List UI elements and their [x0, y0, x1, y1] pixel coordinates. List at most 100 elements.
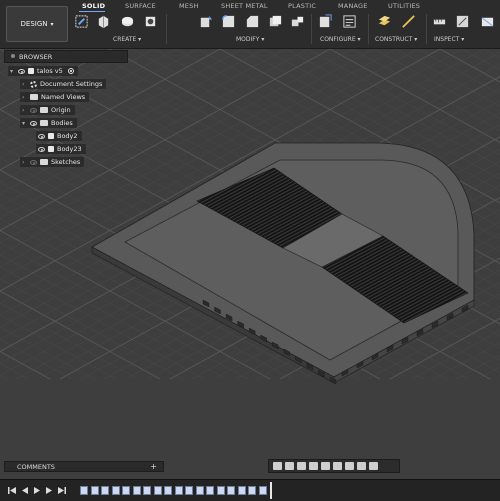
root-label: talos v5	[37, 67, 63, 75]
fillet-icon[interactable]	[221, 14, 236, 29]
workspace-switcher[interactable]: DESIGN ▾	[6, 6, 68, 42]
comments-title: COMMENTS	[17, 462, 55, 471]
construct-menu[interactable]: CONSTRUCT ▾	[375, 36, 417, 43]
measure-icon[interactable]	[432, 14, 447, 29]
extrude-icon[interactable]	[96, 14, 111, 29]
model-canvas[interactable]	[0, 49, 500, 479]
tab-manage[interactable]: MANAGE	[338, 2, 368, 10]
step-back-icon[interactable]	[22, 487, 28, 494]
timeline-feature-icon[interactable]	[216, 486, 225, 495]
visual-style-icon[interactable]	[345, 462, 354, 470]
tree-item-body23[interactable]: Body23	[36, 144, 86, 154]
visibility-eye-icon[interactable]	[30, 107, 37, 113]
configure-table-icon[interactable]	[318, 14, 333, 29]
display-settings-icon[interactable]	[333, 462, 342, 470]
active-radio-icon[interactable]	[67, 68, 74, 74]
divider	[426, 14, 427, 44]
timeline-feature-icon[interactable]	[206, 486, 214, 495]
timeline-feature-icon[interactable]	[101, 486, 109, 495]
tab-utilities[interactable]: UTILITIES	[388, 2, 420, 10]
combine-icon[interactable]	[290, 14, 305, 29]
timeline-feature-icon[interactable]	[248, 486, 256, 495]
timeline-feature-icon[interactable]	[164, 486, 172, 495]
chevron-down-icon: ▾	[50, 20, 54, 28]
visibility-eye-icon[interactable]	[38, 133, 45, 139]
tree-item-sketches[interactable]: › Sketches	[20, 157, 85, 167]
configure-menu[interactable]: CONFIGURE ▾	[320, 36, 361, 43]
timeline-feature-icon[interactable]	[143, 486, 151, 495]
timeline-feature-icon[interactable]	[185, 486, 193, 495]
ribbon-toolbar: DESIGN ▾ SOLID SURFACE MESH SHEET METAL …	[0, 0, 500, 49]
comments-panel[interactable]: COMMENTS +	[4, 461, 164, 472]
configure-rules-icon[interactable]	[342, 14, 357, 29]
play-icon[interactable]	[34, 487, 40, 494]
grid-settings-icon[interactable]	[357, 462, 366, 470]
zoom-icon[interactable]	[309, 462, 318, 470]
visibility-eye-icon[interactable]	[18, 68, 25, 74]
timeline-feature-icon[interactable]	[132, 486, 141, 495]
visibility-eye-icon[interactable]	[30, 120, 37, 126]
chevron-down-icon[interactable]: ▾	[10, 68, 15, 74]
visibility-eye-icon[interactable]	[30, 159, 37, 165]
timeline-feature-icon[interactable]	[227, 486, 235, 495]
pan-hand-icon[interactable]	[297, 462, 306, 470]
tree-item-body2[interactable]: Body2	[36, 131, 82, 141]
tab-plastic[interactable]: PLASTIC	[288, 2, 316, 10]
browser-header[interactable]: BROWSER	[4, 50, 128, 63]
interference-icon[interactable]	[455, 14, 470, 29]
timeline-feature-icon[interactable]	[90, 486, 99, 495]
chevron-right-icon[interactable]: ›	[22, 159, 27, 165]
timeline-feature-icon[interactable]	[195, 486, 204, 495]
tree-item-document-settings[interactable]: › Document Settings	[20, 79, 107, 89]
tab-surface[interactable]: SURFACE	[125, 2, 156, 10]
tree-item-named-views[interactable]: › Named Views	[20, 92, 90, 102]
step-forward-icon[interactable]	[46, 487, 52, 494]
hole-icon[interactable]	[143, 14, 158, 29]
divider	[368, 14, 369, 44]
tree-root-talos[interactable]: ▾ talos v5	[8, 66, 78, 76]
folder-icon	[40, 107, 48, 113]
chevron-right-icon[interactable]: ›	[22, 81, 27, 87]
folder-icon	[40, 120, 48, 126]
new-sketch-icon[interactable]	[74, 14, 89, 29]
add-comment-button[interactable]: +	[150, 462, 157, 471]
chevron-right-icon[interactable]: ›	[22, 107, 27, 113]
timeline-feature-icon[interactable]	[122, 486, 130, 495]
visibility-eye-icon[interactable]	[38, 146, 45, 152]
timeline-feature-icon[interactable]	[174, 486, 183, 495]
go-to-start-icon[interactable]	[8, 487, 16, 494]
offset-plane-icon[interactable]	[377, 14, 392, 29]
tree-item-label: Bodies	[51, 119, 73, 127]
axis-icon[interactable]	[401, 14, 416, 29]
tab-sheet-metal[interactable]: SHEET METAL	[221, 2, 268, 10]
collapse-handle-icon[interactable]	[11, 54, 15, 58]
timeline-feature-icon[interactable]	[111, 486, 120, 495]
tab-mesh[interactable]: MESH	[179, 2, 199, 10]
section-analysis-icon[interactable]	[480, 14, 495, 29]
timeline-feature-icon[interactable]	[80, 486, 88, 495]
revolve-icon[interactable]	[120, 14, 135, 29]
3d-viewport[interactable]	[0, 49, 500, 479]
chamfer-icon[interactable]	[245, 14, 260, 29]
body-icon	[48, 146, 54, 152]
tree-item-label: Document Settings	[40, 80, 103, 88]
tab-solid[interactable]: SOLID	[82, 2, 105, 10]
timeline-marker[interactable]	[270, 482, 272, 499]
fit-icon[interactable]	[321, 462, 330, 470]
orbit-icon[interactable]	[273, 462, 282, 470]
viewports-icon[interactable]	[369, 462, 378, 470]
chevron-down-icon[interactable]: ▾	[22, 120, 27, 126]
modify-menu[interactable]: MODIFY ▾	[236, 36, 264, 43]
inspect-menu[interactable]: INSPECT ▾	[434, 36, 464, 43]
timeline-feature-icon[interactable]	[237, 486, 246, 495]
timeline-feature-icon[interactable]	[258, 486, 267, 495]
chevron-right-icon[interactable]: ›	[22, 94, 27, 100]
create-menu[interactable]: CREATE ▾	[113, 36, 141, 43]
look-at-icon[interactable]	[285, 462, 294, 470]
timeline-feature-icon[interactable]	[153, 486, 162, 495]
shell-icon[interactable]	[268, 14, 283, 29]
tree-item-origin[interactable]: › Origin	[20, 105, 75, 115]
go-to-end-icon[interactable]	[58, 487, 66, 494]
press-pull-icon[interactable]	[198, 14, 213, 29]
tree-item-bodies[interactable]: ▾ Bodies	[20, 118, 77, 128]
